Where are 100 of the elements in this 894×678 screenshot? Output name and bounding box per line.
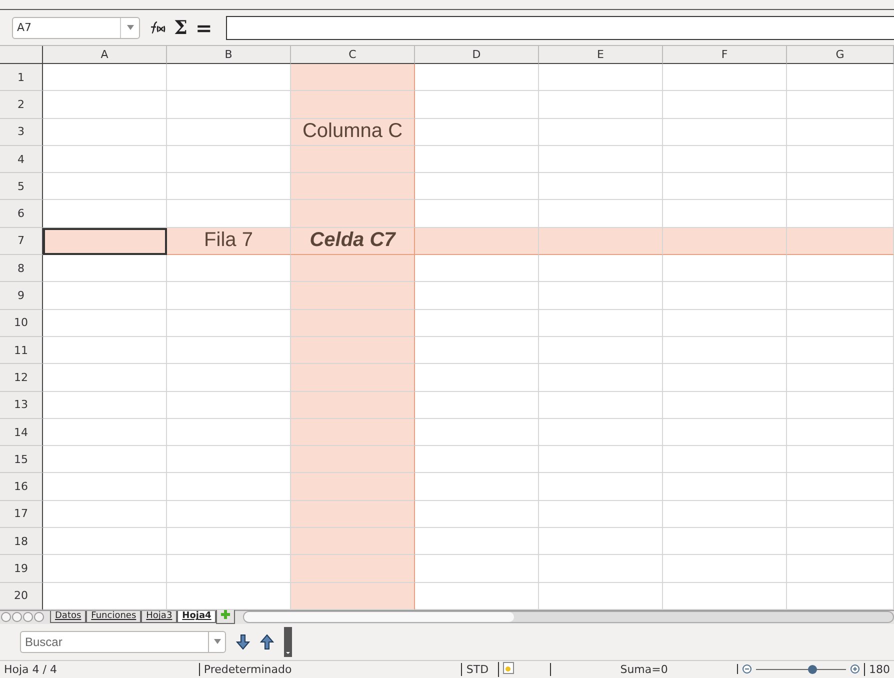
cell[interactable] bbox=[415, 200, 539, 228]
cell[interactable] bbox=[539, 528, 663, 556]
sheet-nav-button[interactable] bbox=[12, 612, 22, 622]
cell[interactable] bbox=[291, 310, 415, 337]
cell[interactable] bbox=[415, 555, 539, 583]
cell[interactable] bbox=[291, 255, 415, 282]
zoom-in-icon[interactable] bbox=[850, 664, 860, 674]
cell[interactable] bbox=[291, 364, 415, 392]
cell[interactable] bbox=[167, 582, 291, 610]
cell[interactable] bbox=[415, 364, 539, 392]
cell[interactable] bbox=[787, 228, 894, 256]
cell[interactable] bbox=[291, 555, 415, 583]
cell[interactable] bbox=[291, 473, 415, 501]
cell[interactable] bbox=[663, 91, 787, 119]
cell[interactable] bbox=[787, 336, 894, 364]
zoom-out-icon[interactable] bbox=[742, 664, 752, 674]
search-field[interactable]: Buscar bbox=[20, 630, 208, 653]
sheet-nav-button[interactable] bbox=[1, 612, 11, 622]
cell[interactable] bbox=[787, 528, 894, 556]
sum-button[interactable]: Σ bbox=[174, 16, 188, 38]
column-header[interactable]: D bbox=[415, 46, 539, 64]
cell[interactable] bbox=[539, 364, 663, 392]
cell[interactable] bbox=[167, 64, 291, 92]
cell[interactable] bbox=[539, 255, 663, 282]
cell[interactable] bbox=[43, 91, 167, 119]
find-next-arrow-icon[interactable] bbox=[236, 634, 250, 650]
cell[interactable] bbox=[539, 473, 663, 501]
cell[interactable] bbox=[663, 173, 787, 200]
cell[interactable] bbox=[415, 473, 539, 501]
cell[interactable] bbox=[663, 146, 787, 174]
cell[interactable] bbox=[415, 418, 539, 446]
cell[interactable] bbox=[415, 500, 539, 528]
row-header[interactable]: 18 bbox=[0, 528, 43, 556]
cell[interactable] bbox=[787, 118, 894, 146]
cell[interactable]: Celda C7 bbox=[291, 228, 415, 256]
cell[interactable] bbox=[43, 310, 167, 337]
cell[interactable] bbox=[43, 282, 167, 310]
cell[interactable] bbox=[415, 64, 539, 92]
cell[interactable] bbox=[43, 392, 167, 419]
cell[interactable] bbox=[43, 118, 167, 146]
cell[interactable] bbox=[415, 336, 539, 364]
cell[interactable] bbox=[415, 310, 539, 337]
sheet-tab[interactable]: Hoja3 bbox=[141, 611, 178, 624]
cell[interactable] bbox=[539, 555, 663, 583]
cell[interactable] bbox=[291, 418, 415, 446]
cell[interactable] bbox=[167, 118, 291, 146]
cell[interactable] bbox=[43, 336, 167, 364]
cell[interactable] bbox=[663, 255, 787, 282]
cell[interactable] bbox=[415, 118, 539, 146]
cell[interactable] bbox=[663, 500, 787, 528]
cell[interactable] bbox=[43, 200, 167, 228]
cell[interactable] bbox=[415, 582, 539, 610]
cell[interactable] bbox=[415, 146, 539, 174]
sheet-tab[interactable]: Funciones bbox=[86, 611, 142, 624]
cell[interactable] bbox=[167, 336, 291, 364]
cell[interactable] bbox=[167, 146, 291, 174]
cell[interactable] bbox=[43, 255, 167, 282]
row-header[interactable]: 11 bbox=[0, 336, 43, 364]
cell[interactable] bbox=[43, 582, 167, 610]
cell[interactable] bbox=[787, 364, 894, 392]
formula-input[interactable] bbox=[226, 16, 894, 40]
add-sheet-tab[interactable] bbox=[216, 610, 236, 624]
cell[interactable] bbox=[167, 255, 291, 282]
cell[interactable] bbox=[539, 91, 663, 119]
row-header[interactable]: 14 bbox=[0, 418, 43, 446]
cell[interactable] bbox=[663, 118, 787, 146]
cell[interactable] bbox=[291, 91, 415, 119]
cell[interactable] bbox=[167, 282, 291, 310]
cell[interactable] bbox=[415, 446, 539, 474]
column-header[interactable]: E bbox=[539, 46, 663, 64]
select-all-corner[interactable] bbox=[0, 46, 43, 64]
cell[interactable] bbox=[167, 528, 291, 556]
cell[interactable] bbox=[539, 146, 663, 174]
horizontal-scrollbar[interactable] bbox=[243, 611, 894, 624]
cell[interactable] bbox=[167, 500, 291, 528]
cell[interactable] bbox=[787, 200, 894, 228]
column-header[interactable]: F bbox=[663, 46, 787, 64]
formula-button[interactable]: = bbox=[195, 16, 212, 40]
cell[interactable] bbox=[663, 228, 787, 256]
cell[interactable] bbox=[663, 336, 787, 364]
cell[interactable] bbox=[663, 528, 787, 556]
cell[interactable]: Fila 7 bbox=[167, 228, 291, 256]
cell[interactable] bbox=[787, 64, 894, 92]
cell[interactable] bbox=[663, 200, 787, 228]
cell[interactable] bbox=[415, 255, 539, 282]
cell[interactable] bbox=[663, 582, 787, 610]
row-header[interactable]: 7 bbox=[0, 228, 43, 256]
row-header[interactable]: 3 bbox=[0, 118, 43, 146]
cell[interactable] bbox=[43, 173, 167, 200]
toolbar-overflow-icon[interactable] bbox=[284, 626, 292, 657]
cell[interactable] bbox=[43, 555, 167, 583]
column-header[interactable]: G bbox=[787, 46, 894, 64]
cell[interactable] bbox=[539, 500, 663, 528]
cell[interactable] bbox=[291, 173, 415, 200]
row-header[interactable]: 10 bbox=[0, 310, 43, 337]
cell[interactable] bbox=[167, 91, 291, 119]
cell[interactable] bbox=[787, 282, 894, 310]
cell[interactable] bbox=[787, 418, 894, 446]
cell[interactable] bbox=[787, 392, 894, 419]
cell[interactable] bbox=[167, 200, 291, 228]
